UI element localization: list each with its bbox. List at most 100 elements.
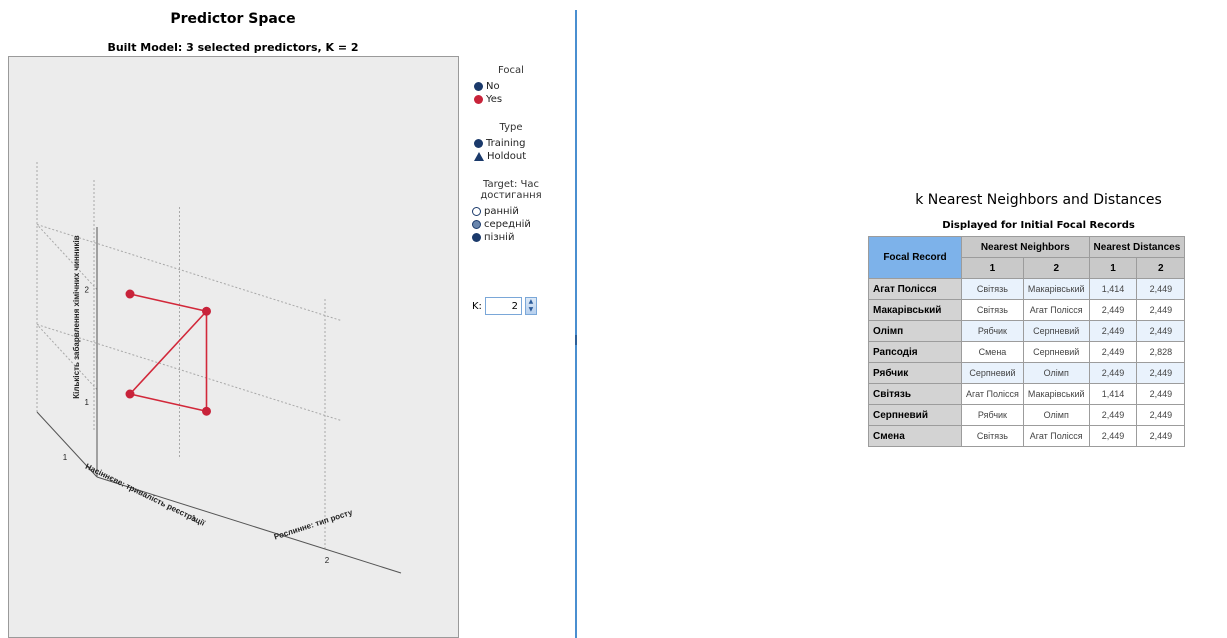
- focal-record-cell: Агат Полісся: [868, 278, 962, 300]
- table-row[interactable]: Світязь Агат Полісся Макарівський 1,414 2,44…: [868, 383, 1186, 405]
- focal-record-header[interactable]: Focal Record: [868, 236, 962, 279]
- chart-subtitle: Built Model: 3 selected predictors, K = …: [107, 41, 359, 54]
- neighbor-cell: Олімп: [1022, 362, 1090, 384]
- spinner-down-icon[interactable]: ▼: [526, 306, 536, 314]
- distance-cell: 2,449: [1136, 320, 1186, 342]
- legend-label: ранній: [484, 206, 519, 217]
- distance-cell: 2,449: [1136, 278, 1186, 300]
- neighbor-cell: Серпневий: [1022, 320, 1090, 342]
- nearest-distances-header: Nearest Distances: [1088, 236, 1186, 258]
- legend-label: Yes: [486, 94, 503, 105]
- legend: Focal No Yes Type Training Holdout Targe…: [466, 65, 556, 244]
- neighbor-cell: Світязь: [961, 299, 1024, 321]
- neighbor-cell: Макарівський: [1022, 278, 1090, 300]
- knn-subtitle: Displayed for Initial Focal Records: [942, 220, 1135, 231]
- legend-item-training[interactable]: Training: [474, 137, 556, 150]
- legend-target-title: Target: Час: [483, 179, 539, 190]
- nearest-neighbors-header: Nearest Neighbors: [961, 236, 1090, 258]
- focal-record-cell: Серпневий: [868, 404, 962, 426]
- neighbor-cell: Олімп: [1022, 404, 1090, 426]
- table-row[interactable]: Олімп Рябчик Серпневий 2,449 2,449: [868, 320, 1186, 342]
- splitter-grip-icon[interactable]: [575, 335, 577, 345]
- legend-item-late[interactable]: пізній: [472, 231, 556, 244]
- distance-cell: 2,449: [1088, 320, 1138, 342]
- x-axis-label: Насіннєве: тривалість реєстрації: [84, 462, 207, 528]
- gray-blue-circle-icon: [472, 220, 481, 229]
- k-control: K: ▲ ▼: [472, 297, 537, 315]
- y-tick-label: 2: [325, 556, 330, 565]
- distance-2-header: 2: [1136, 257, 1186, 279]
- focal-record-cell: Макарівський: [868, 299, 962, 321]
- distance-cell: 2,449: [1088, 362, 1138, 384]
- legend-label: Training: [486, 138, 526, 149]
- focal-record-cell: Рябчик: [868, 362, 962, 384]
- legend-label: пізній: [484, 232, 515, 243]
- data-point: [202, 306, 211, 316]
- focal-record-cell: Олімп: [868, 320, 962, 342]
- panel-splitter[interactable]: [575, 10, 577, 638]
- z-tick-label: 1: [85, 398, 90, 407]
- grid-line: [36, 324, 342, 421]
- table-row[interactable]: Смена Світязь Агат Полісся 2,449 2,449: [868, 425, 1186, 447]
- legend-type-title: Type: [499, 122, 523, 133]
- distance-cell: 2,449: [1088, 341, 1138, 363]
- neighbor-cell: Світязь: [961, 425, 1024, 447]
- neighbor-cell: Рябчик: [961, 404, 1024, 426]
- z-tick-label: 2: [85, 286, 90, 295]
- neighbor-link: [129, 310, 208, 395]
- distance-cell: 2,828: [1136, 341, 1186, 363]
- table-row[interactable]: Макарівський Світязь Агат Полісся 2,449 2,44…: [868, 299, 1186, 321]
- legend-target-title-2: достигання: [480, 190, 542, 201]
- navy-circle-icon: [474, 82, 483, 91]
- legend-label: No: [486, 81, 500, 92]
- legend-item-early[interactable]: ранній: [472, 205, 556, 218]
- k-label: K:: [472, 300, 482, 312]
- neighbor-link: [129, 293, 207, 313]
- focal-record-cell: Світязь: [868, 383, 962, 405]
- neighbor-link: [129, 393, 207, 413]
- red-circle-icon: [474, 95, 483, 104]
- table-row[interactable]: Рапсодія Смена Серпневий 2,449 2,828: [868, 341, 1186, 363]
- predictor-space-plot[interactable]: 1 2 1 1 2 Кількість забарвлення хімічних чинн…: [8, 56, 459, 638]
- distance-cell: 2,449: [1136, 425, 1186, 447]
- grid-line: [36, 324, 98, 390]
- legend-item-focal-yes[interactable]: Yes: [474, 93, 556, 106]
- focal-record-cell: Рапсодія: [868, 341, 962, 363]
- table-row[interactable]: Агат Полісся Світязь Макарівський 1,414 2,44…: [868, 278, 1186, 300]
- data-point: [125, 389, 135, 399]
- chart-title: Predictor Space: [170, 11, 296, 27]
- k-spinner[interactable]: ▲ ▼: [524, 297, 537, 315]
- legend-item-focal-no[interactable]: No: [474, 80, 556, 93]
- data-point: [202, 406, 211, 416]
- data-point: [125, 289, 135, 299]
- grid-line: [36, 224, 342, 321]
- white-circle-icon: [472, 207, 481, 216]
- neighbor-1-header: 1: [961, 257, 1024, 279]
- neighbor-cell: Серпневий: [1022, 341, 1090, 363]
- neighbor-cell: Серпневий: [961, 362, 1024, 384]
- grid-line: [36, 224, 98, 290]
- triangle-icon: [474, 152, 484, 161]
- x-tick-label: 1: [63, 453, 68, 462]
- distance-cell: 2,449: [1088, 299, 1138, 321]
- legend-label: середній: [484, 219, 531, 230]
- legend-focal-title: Focal: [498, 65, 524, 76]
- circle-icon: [474, 139, 483, 148]
- distance-cell: 2,449: [1136, 404, 1186, 426]
- legend-item-holdout[interactable]: Holdout: [474, 150, 556, 163]
- table-row[interactable]: Серпневий Рябчик Олімп 2,449 2,449: [868, 404, 1186, 426]
- k-input[interactable]: [484, 297, 522, 315]
- table-row[interactable]: Рябчик Серпневий Олімп 2,449 2,449: [868, 362, 1186, 384]
- distance-cell: 2,449: [1088, 425, 1138, 447]
- y-axis-label: Рослинне: тип росту: [273, 508, 354, 542]
- spinner-up-icon[interactable]: ▲: [526, 298, 536, 306]
- table-header-row: Focal Record Nearest Neighbors Nearest D…: [868, 236, 1186, 279]
- distance-cell: 2,449: [1136, 299, 1186, 321]
- legend-item-mid[interactable]: середній: [472, 218, 556, 231]
- distance-cell: 2,449: [1136, 362, 1186, 384]
- plot-svg: 12112Кількість забарвлення хімічних чинн…: [36, 162, 402, 574]
- focal-record-cell: Смена: [868, 425, 962, 447]
- neighbor-cell: Агат Полісся: [1022, 425, 1090, 447]
- distance-1-header: 1: [1088, 257, 1138, 279]
- distance-cell: 1,414: [1088, 278, 1138, 300]
